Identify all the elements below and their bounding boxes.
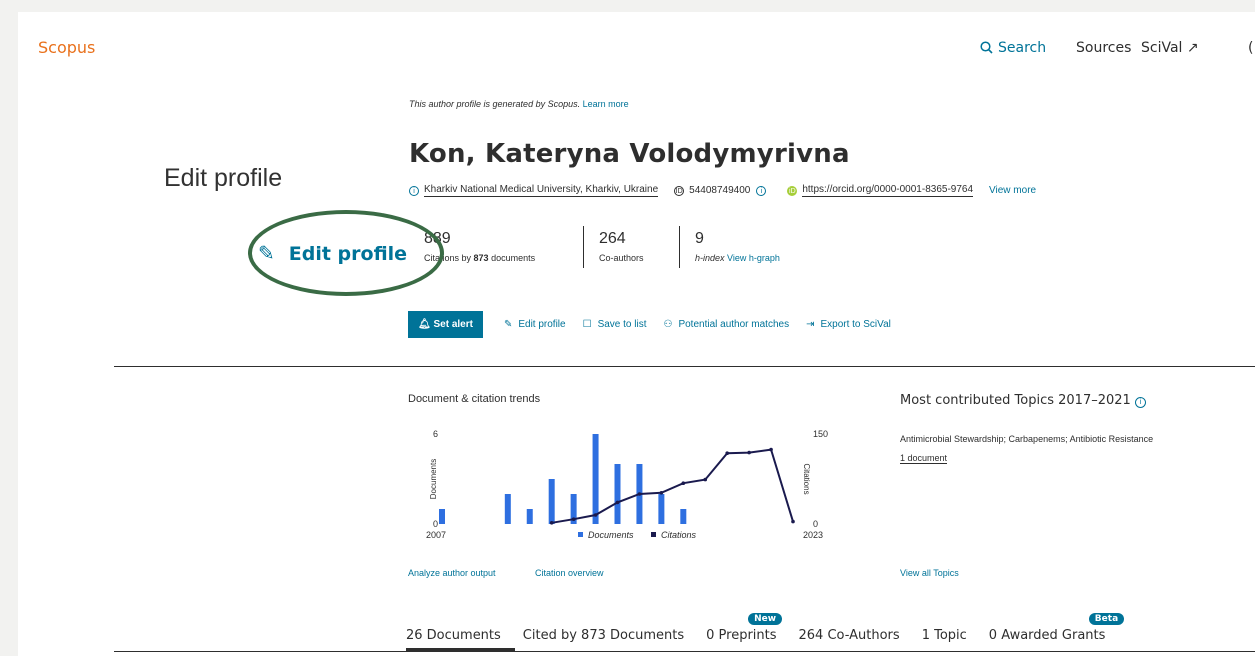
- y-left-tick-label: 0: [433, 519, 438, 529]
- new-badge: New: [748, 613, 783, 625]
- author-id: 54408749400: [689, 185, 751, 196]
- generated-note-text: This author profile is generated by Scop…: [409, 99, 581, 109]
- orcid-icon: iD: [787, 185, 798, 196]
- author-meta-row: i Kharkiv National Medical University, K…: [409, 184, 1036, 197]
- export-scival-button[interactable]: ⇥ Export to SciVal: [806, 319, 891, 330]
- save-to-list-button[interactable]: ☐ Save to list: [583, 319, 647, 330]
- document-citation-chart: 6 0 150 0 Documents Citations 2007 2023 Document…: [426, 429, 828, 540]
- view-h-graph-link[interactable]: View h-graph: [727, 253, 780, 263]
- chart-bar: [592, 434, 599, 524]
- scopus-author-page: Scopus Search Sources SciVal ↗ ( This au…: [18, 12, 1255, 656]
- chart-bar: [680, 509, 687, 524]
- view-more-link[interactable]: View more: [989, 185, 1036, 196]
- chart-point: [791, 519, 795, 524]
- nav-search-link[interactable]: Search: [980, 40, 1046, 56]
- nav-scival-link[interactable]: SciVal ↗: [1141, 40, 1199, 56]
- bell-icon: 🔔︎: [418, 319, 431, 330]
- export-icon: ⇥: [806, 319, 815, 330]
- tab-preprints[interactable]: New 0 Preprints: [706, 613, 783, 643]
- y-right-tick-label: 0: [813, 519, 818, 529]
- scopus-logo[interactable]: Scopus: [38, 38, 95, 57]
- chart-bar: [614, 464, 621, 524]
- beta-badge: Beta: [1088, 613, 1125, 625]
- pencil-icon: ✎: [503, 319, 513, 330]
- nav-search-label: Search: [998, 40, 1047, 56]
- info-icon[interactable]: i: [1134, 397, 1146, 408]
- orcid-link[interactable]: https://orcid.org/0000-0001-8365-9764: [802, 184, 974, 197]
- highlight-ellipse: [248, 210, 444, 296]
- metric-coauthors[interactable]: 264 Co-authors: [599, 230, 644, 263]
- y-right-tick-label: 150: [813, 429, 828, 439]
- callout-label: Edit profile: [164, 164, 283, 192]
- y-left-axis-label: Documents: [429, 459, 438, 499]
- chart-point: [593, 513, 598, 517]
- citation-overview-link[interactable]: Citation overview: [535, 568, 604, 578]
- chart-bar: [548, 479, 555, 524]
- divider: [114, 366, 1255, 367]
- topic-documents-link[interactable]: 1 document: [900, 453, 948, 464]
- legend-swatch-documents: [578, 532, 583, 537]
- generated-note: This author profile is generated by Scop…: [409, 99, 629, 109]
- chart-point: [703, 477, 708, 482]
- legend-label-citations: Citations: [661, 530, 697, 540]
- tab-cited-by[interactable]: Cited by 873 Documents: [523, 628, 684, 643]
- chart-point: [747, 450, 751, 455]
- chart-point: [549, 521, 554, 525]
- metric-divider: [679, 226, 680, 268]
- chart-point: [659, 491, 664, 495]
- chart-bar: [439, 509, 445, 524]
- tab-coauthors[interactable]: 264 Co-Authors: [799, 628, 900, 643]
- x-tick-label-start: 2007: [426, 530, 446, 540]
- topics-title: Most contributed Topics 2017–2021 i: [900, 393, 1146, 408]
- tab-documents[interactable]: 26 Documents: [406, 628, 515, 651]
- edit-profile-button[interactable]: ✎ Edit profile: [504, 319, 566, 330]
- chart-point: [637, 492, 642, 496]
- learn-more-link[interactable]: Learn more: [583, 99, 629, 109]
- topic-name: Antimicrobial Stewardship; Carbapenems; …: [900, 434, 1154, 444]
- chart-bar: [658, 494, 665, 524]
- tab-topic[interactable]: 1 Topic: [922, 628, 967, 643]
- info-icon: i: [409, 185, 419, 196]
- y-left-tick-label: 6: [433, 429, 438, 439]
- results-tabs: 26 Documents Cited by 873 Documents New 0…: [406, 613, 1127, 651]
- chart-point: [615, 500, 620, 505]
- affiliation-link[interactable]: Kharkiv National Medical University, Kha…: [424, 184, 659, 197]
- analyze-author-output-link[interactable]: Analyze author output: [408, 568, 496, 578]
- action-bar: 🔔︎ Set alert ✎ Edit profile ☐ Save to list…: [408, 311, 908, 338]
- legend-swatch-citations: [651, 532, 656, 537]
- hindex-value: 9: [695, 230, 704, 247]
- search-icon: [980, 41, 993, 54]
- tab-awarded-grants[interactable]: Beta 0 Awarded Grants: [989, 613, 1125, 643]
- trends-title: Document & citation trends: [408, 393, 541, 405]
- author-name: Kon, Kateryna Volodymyrivna: [409, 139, 850, 169]
- chart-line-citations: [551, 448, 794, 524]
- chart-point: [681, 481, 686, 485]
- nav-truncated-item[interactable]: (: [1248, 40, 1253, 56]
- set-alert-button[interactable]: 🔔︎ Set alert: [408, 311, 483, 338]
- chart-point: [769, 447, 773, 452]
- view-all-topics-link[interactable]: View all Topics: [900, 568, 959, 578]
- legend-label-documents: Documents: [588, 530, 634, 540]
- potential-matches-button[interactable]: ⚇ Potential author matches: [663, 319, 789, 330]
- x-tick-label-end: 2023: [803, 530, 823, 540]
- coauthors-label: Co-authors: [599, 253, 644, 263]
- chart-bar: [504, 494, 511, 524]
- divider: [114, 651, 1255, 652]
- metric-divider: [583, 226, 584, 268]
- author-id-info-icon[interactable]: i: [756, 185, 767, 196]
- hindex-label: h-index View h-graph: [695, 253, 780, 263]
- people-icon: ⚇: [663, 319, 673, 330]
- chart-point: [571, 517, 576, 521]
- y-right-axis-label: Citations: [802, 463, 811, 494]
- bookmark-icon: ☐: [582, 319, 592, 330]
- nav-sources-link[interactable]: Sources: [1076, 40, 1131, 56]
- chart-bar: [526, 509, 533, 524]
- chart-point: [725, 451, 729, 455]
- coauthors-count: 264: [599, 230, 626, 247]
- id-icon: ID: [674, 185, 685, 196]
- metric-hindex: 9 h-index View h-graph: [695, 230, 780, 263]
